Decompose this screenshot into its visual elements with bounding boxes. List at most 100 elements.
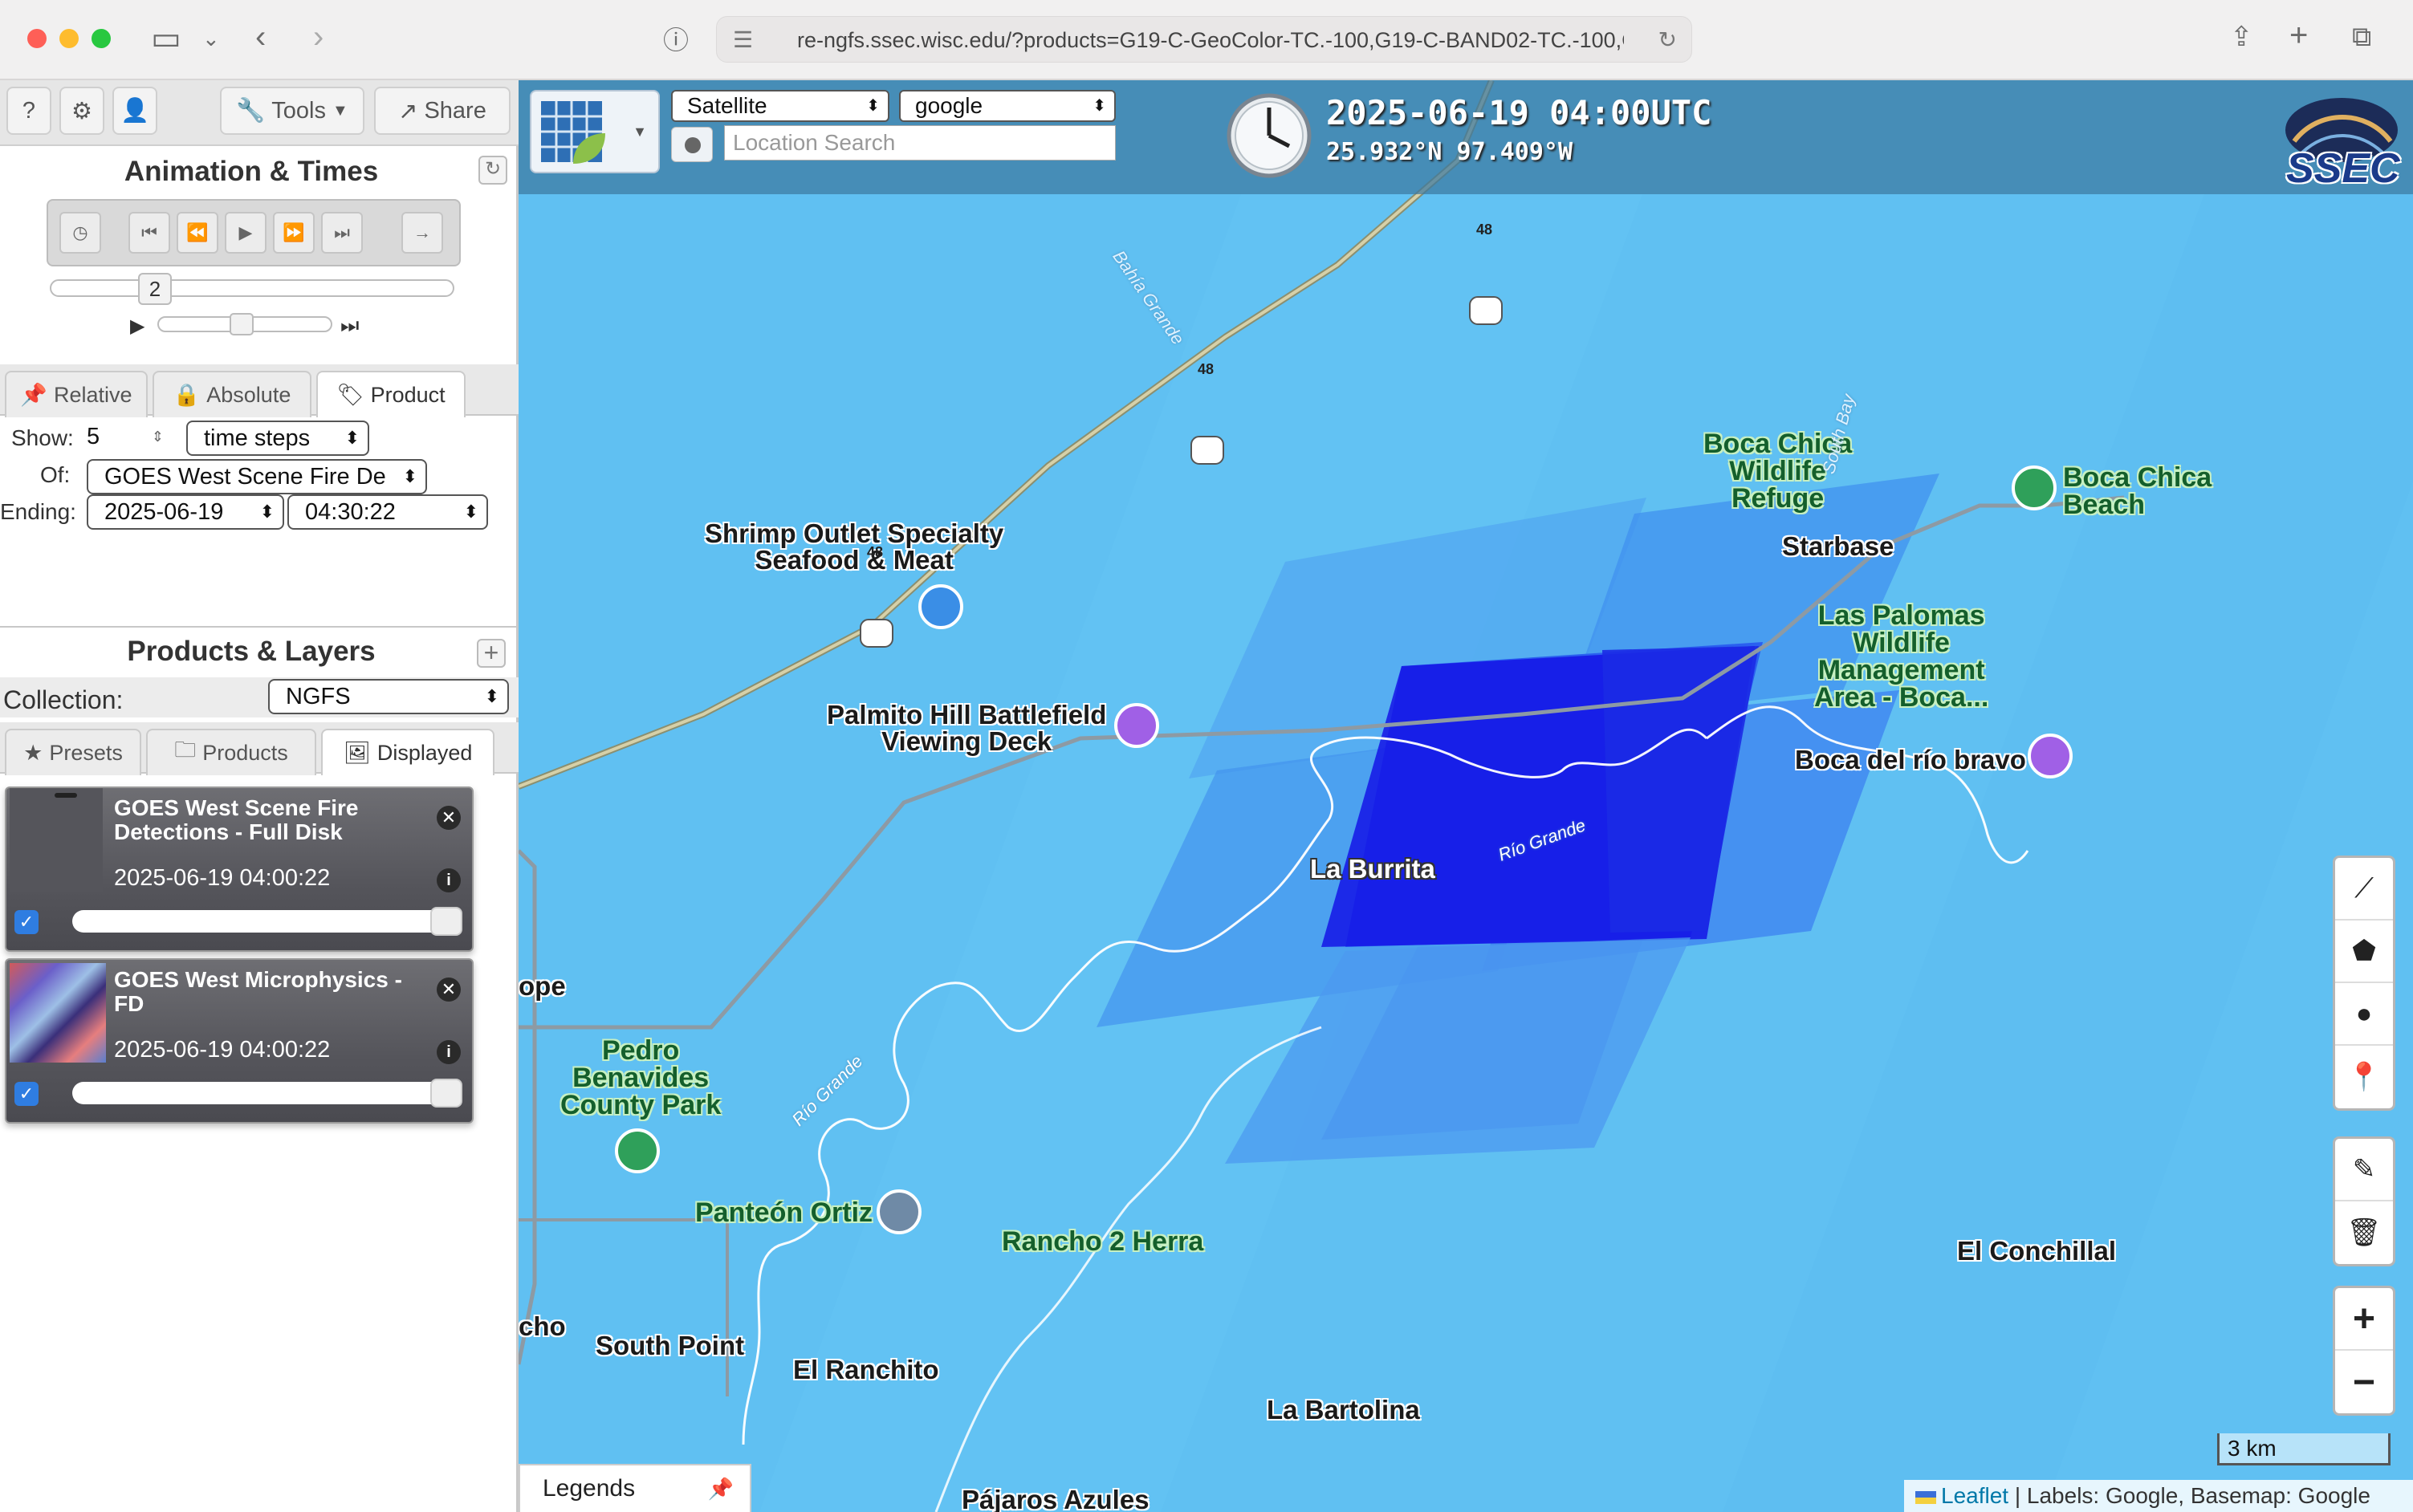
location-search-input[interactable]: Location Search <box>724 125 1116 161</box>
place-label: El Conchillal <box>1957 1236 2117 1266</box>
map-canvas <box>519 80 2413 1512</box>
tab-presets[interactable]: ★ Presets <box>5 729 141 775</box>
go-latest-button[interactable]: → <box>401 212 443 254</box>
add-layer-button[interactable]: + <box>477 639 506 668</box>
back-icon[interactable]: ‹ <box>255 21 266 53</box>
tab-overview-icon[interactable]: ⧉ <box>2352 21 2371 53</box>
speed-slider[interactable] <box>157 313 332 335</box>
layer-visible-checkbox[interactable]: ✓ <box>14 910 39 934</box>
reload-icon[interactable]: ↻ <box>1658 26 1677 53</box>
legends-toggle[interactable]: Legends 📌 <box>519 1464 751 1512</box>
highway-number: 48 <box>867 544 884 560</box>
leaflet-link[interactable]: Leaflet <box>1941 1483 2008 1508</box>
place-label: Las Palomas Wildlife Management Area - B… <box>1814 600 1989 713</box>
browser-chrome: ▭ ⌄ ‹ › ⓘ ☰ re-ngfs.ssec.wisc.edu/?produ… <box>0 0 2413 80</box>
show-count-value: 5 <box>87 424 100 449</box>
refresh-button[interactable]: ↻ <box>478 156 507 185</box>
zoom-out-button[interactable]: − <box>2335 1351 2393 1413</box>
page-settings-icon[interactable]: ☰ <box>733 26 753 53</box>
share-icon[interactable]: ⇪ <box>2230 21 2253 53</box>
show-unit-select[interactable]: time steps ⬍ <box>186 421 369 456</box>
layer-opacity-slider[interactable] <box>72 907 462 936</box>
play-button[interactable]: ▶ <box>225 212 267 254</box>
help-button[interactable]: ? <box>6 87 51 135</box>
help-icon: ? <box>22 97 36 124</box>
stepper-icon[interactable]: ⇕ <box>152 421 164 453</box>
draw-polygon-button[interactable]: ⬟ <box>2335 921 2393 983</box>
tools-button[interactable]: 🔧 Tools ▼ <box>220 87 364 135</box>
step-back-button[interactable]: ⏪ <box>177 212 218 254</box>
fast-forward-icon[interactable]: ⏭ <box>340 313 359 339</box>
edit-layers-button[interactable]: ✎ <box>2335 1139 2393 1201</box>
chevron-down-icon[interactable]: ⌄ <box>202 22 220 55</box>
settings-button[interactable]: ⚙ <box>59 87 104 135</box>
select-arrows-icon: ⬍ <box>1093 97 1106 115</box>
layer-info-button[interactable]: i <box>437 868 461 892</box>
minimize-window-button[interactable] <box>59 29 79 48</box>
new-tab-icon[interactable]: + <box>2289 19 2308 51</box>
draw-line-button[interactable]: ⟋ <box>2335 858 2393 921</box>
caret-down-icon: ▼ <box>633 124 647 140</box>
grid-icon <box>541 101 605 164</box>
layer-card[interactable]: GOES West Microphysics - FD ✕ 2025-06-19… <box>5 958 474 1124</box>
frame-slider[interactable]: 2 <box>50 273 454 305</box>
delete-layers-button[interactable]: 🗑 <box>2335 1201 2393 1264</box>
tab-relative-label: Relative <box>54 382 132 407</box>
folder-icon: 🗀 <box>174 738 197 762</box>
share-button[interactable]: ↗ Share <box>374 87 511 135</box>
circle-icon: ● <box>2355 998 2373 1029</box>
url-text: re-ngfs.ssec.wisc.edu/?products=G19-C-Ge… <box>797 28 1624 52</box>
ssec-logo[interactable]: SSEC <box>2278 85 2405 192</box>
scale-bar: 3 km <box>2217 1433 2391 1465</box>
remove-layer-button[interactable]: ✕ <box>437 978 461 1002</box>
draw-circle-button[interactable]: ● <box>2335 983 2393 1046</box>
close-window-button[interactable] <box>27 29 47 48</box>
tab-products[interactable]: 🗀 Products <box>146 729 316 775</box>
forward-icon[interactable]: › <box>313 21 323 53</box>
pin-icon[interactable]: 📌 <box>708 1465 734 1512</box>
speed-slider-handle[interactable] <box>230 313 254 335</box>
opacity-slider-handle[interactable] <box>430 1079 462 1108</box>
layer-opacity-slider[interactable] <box>72 1079 462 1108</box>
basemap-select[interactable]: Satellite ⬍ <box>671 90 889 122</box>
clock-button[interactable]: ◷ <box>59 212 101 254</box>
remove-layer-button[interactable]: ✕ <box>437 806 461 830</box>
first-frame-button[interactable]: ⏮ <box>128 212 170 254</box>
tab-absolute[interactable]: 🔒 Absolute <box>153 371 311 417</box>
record-button[interactable] <box>671 127 713 162</box>
collection-select[interactable]: NGFS ⬍ <box>268 679 509 714</box>
password-icon[interactable]: ⓘ <box>663 24 689 56</box>
place-label: La Bartolina <box>1267 1395 1420 1425</box>
refresh-icon: ↻ <box>484 158 502 180</box>
map-view[interactable]: Shrimp Outlet Specialty Seafood & Meat P… <box>519 80 2413 1512</box>
layer-grid-button[interactable]: ▼ <box>530 90 660 173</box>
layer-visible-checkbox[interactable]: ✓ <box>14 1082 39 1106</box>
collection-row: Collection: NGFS ⬍ <box>0 677 519 717</box>
last-frame-button[interactable]: ⏭ <box>321 212 363 254</box>
tab-displayed[interactable]: 🖼 Displayed <box>321 729 494 775</box>
user-button[interactable]: 👤 <box>112 87 157 135</box>
tab-product[interactable]: 🏷 Product <box>316 371 466 417</box>
show-count-input[interactable]: 5 ⇕ <box>87 421 167 453</box>
zoom-in-button[interactable]: + <box>2335 1288 2393 1351</box>
draw-marker-button[interactable]: 📍 <box>2335 1046 2393 1108</box>
address-bar[interactable]: ☰ re-ngfs.ssec.wisc.edu/?products=G19-C-… <box>716 16 1692 63</box>
opacity-slider-handle[interactable] <box>430 907 462 936</box>
ending-time-select[interactable]: 04:30:22 ⬍ <box>287 494 488 530</box>
play-small-icon[interactable]: ▶ <box>130 315 144 338</box>
place-label: Starbase <box>1782 531 1894 561</box>
product-select[interactable]: GOES West Scene Fire De ⬍ <box>87 459 427 494</box>
maximize-window-button[interactable] <box>92 29 111 48</box>
step-forward-button[interactable]: ⏩ <box>273 212 315 254</box>
tab-relative[interactable]: 📌 Relative <box>5 371 148 417</box>
of-label: Of: <box>40 462 71 487</box>
label-select[interactable]: google ⬍ <box>899 90 1116 122</box>
ending-date-select[interactable]: 2025-06-19 ⬍ <box>87 494 284 530</box>
close-icon: ✕ <box>441 979 457 999</box>
products-tabs: ★ Presets 🗀 Products 🖼 Displayed <box>0 722 519 775</box>
place-label: cho <box>519 1311 566 1341</box>
frame-slider-handle[interactable]: 2 <box>138 273 172 305</box>
layer-info-button[interactable]: i <box>437 1040 461 1064</box>
layer-card[interactable]: GOES West Scene Fire Detections - Full D… <box>5 786 474 952</box>
sidebar-icon[interactable]: ▭ <box>151 22 181 55</box>
